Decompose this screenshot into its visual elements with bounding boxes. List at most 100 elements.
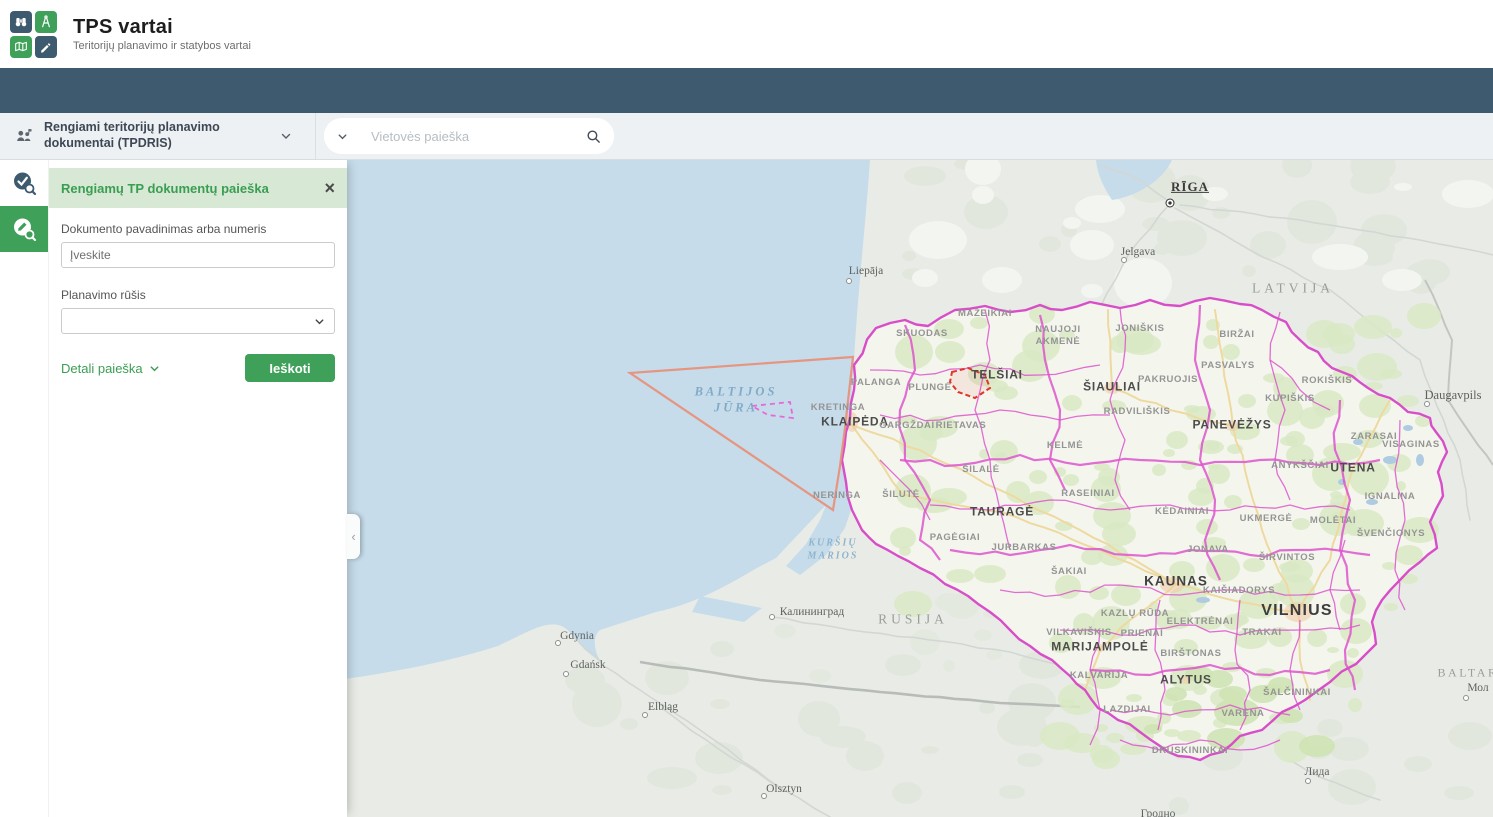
map-label: Olsztyn <box>766 782 802 796</box>
map-label: Liepāja <box>849 264 883 278</box>
page-subtitle: Teritorijų planavimo ir statybos vartai <box>73 40 251 52</box>
city-marker <box>1305 778 1311 784</box>
map-icon <box>10 36 32 58</box>
map-label: ŠILALĖ <box>962 464 999 476</box>
sidebar-item-draft-documents-search[interactable] <box>0 206 48 252</box>
map-label: PAKRUOJIS <box>1138 374 1198 386</box>
binoculars-icon <box>10 11 32 33</box>
map-label: Калининград <box>780 605 845 619</box>
map-label: VISAGINAS <box>1382 439 1440 451</box>
map-label: JONAVA <box>1187 544 1229 556</box>
map-label: MOLĖTAI <box>1310 515 1356 527</box>
map-label: ŠIAULIAI <box>1083 380 1141 395</box>
app-logo <box>10 11 57 58</box>
map-label: ŠAKIAI <box>1051 566 1087 578</box>
map-label: BALTIJOS JŪRA <box>695 384 778 415</box>
city-marker <box>769 614 775 620</box>
toolbar-divider <box>315 113 316 159</box>
map-label: ŠIRVINTOS <box>1259 552 1315 564</box>
panel-title: Rengiamų TP dokumentų paieška <box>61 181 324 196</box>
search-icon <box>585 128 602 145</box>
map-label: TRAKAI <box>1242 627 1282 639</box>
city-marker <box>563 671 569 677</box>
map-label: RUSIJA <box>878 612 948 629</box>
place-search-input[interactable] <box>361 129 572 144</box>
map-label: TAURAGĖ <box>970 505 1034 520</box>
map-label: ŠVENČIONYS <box>1357 528 1425 540</box>
map-label: KUPIŠKIS <box>1265 393 1315 405</box>
place-search-button[interactable] <box>572 118 614 154</box>
map-label: KAZLŲ RŪDA <box>1101 608 1169 620</box>
planning-type-select[interactable] <box>61 308 335 334</box>
map-label: PLUNGĖ <box>908 382 951 394</box>
map-label: RADVILIŠKIS <box>1104 406 1171 418</box>
map-label: ANYKŠČIAI <box>1271 460 1329 472</box>
map-label: Jelgava <box>1121 245 1155 259</box>
map-label: LATVIJA <box>1252 281 1334 298</box>
chevron-down-icon <box>279 129 293 143</box>
map-label: ŠALČININKAI <box>1263 687 1331 699</box>
map-label: KAIŠIADORYS <box>1203 585 1275 597</box>
map-label: MAŽEIKIAI <box>958 308 1012 320</box>
map-label: KRETINGA <box>811 402 865 414</box>
map-label: ROKIŠKIS <box>1302 375 1353 387</box>
map-label: Мол <box>1467 681 1488 695</box>
document-search-panel: Rengiamų TP dokumentų paieška × Dokument… <box>48 160 347 817</box>
map-label: RIETAVAS <box>936 420 987 432</box>
chevron-down-icon <box>336 130 349 143</box>
city-marker <box>642 712 648 718</box>
map-label: GARGŽDAI <box>879 420 934 432</box>
place-search <box>324 118 614 154</box>
map-label: VILKAVIŠKIS <box>1046 627 1112 639</box>
map-label: NERINGA <box>813 490 861 502</box>
map-label: Elbląg <box>648 700 678 714</box>
pen-icon <box>35 36 57 58</box>
map-label: ELEKTRĖNAI <box>1167 616 1234 628</box>
map-label: JURBARKAS <box>991 542 1056 554</box>
map-label: KELMĖ <box>1047 440 1083 452</box>
map-label: Daugavpils <box>1425 388 1482 404</box>
map-label: KURŠIŲ MARIOS <box>808 538 859 563</box>
map-label: Gdynia <box>560 629 594 643</box>
map-label: PASVALYS <box>1201 360 1255 372</box>
panel-collapse-handle[interactable]: ‹ <box>347 514 360 559</box>
app-header: TPS vartai Teritorijų planavimo ir staty… <box>0 0 1493 68</box>
close-icon[interactable]: × <box>324 179 335 197</box>
map-label: PANEVĖŽYS <box>1193 418 1272 433</box>
map-label: TELŠIAI <box>971 368 1023 383</box>
map-label: KAUNAS <box>1144 574 1208 591</box>
search-submit-button[interactable]: Ieškoti <box>245 354 335 382</box>
map-label: BIRŠTONAS <box>1160 648 1221 660</box>
map-label: ŠILUTĖ <box>882 489 919 501</box>
map-label: BALTAR <box>1438 666 1493 681</box>
detailed-search-toggle[interactable]: Detali paieška <box>61 361 161 376</box>
planning-type-label: Planavimo rūšis <box>61 288 335 302</box>
layer-dropdown[interactable]: Rengiami teritorijų planavimo dokumentai… <box>0 120 303 151</box>
map-label: Gdańsk <box>570 658 605 672</box>
map-label: LAZDIJAI <box>1103 704 1151 716</box>
map-label: RĪGA <box>1171 179 1209 195</box>
sidebar-item-approved-documents-search[interactable] <box>0 160 48 206</box>
map-label: BIRŽAI <box>1219 329 1254 341</box>
map-label: DRUSKININKAI <box>1152 745 1228 757</box>
map-label: KĖDAINIAI <box>1155 506 1209 518</box>
map-label: NAUJOJI AKMENĖ <box>1035 324 1080 348</box>
city-marker <box>761 793 767 799</box>
chevron-down-icon <box>148 362 161 375</box>
map-toolbar: Rengiami teritorijų planavimo dokumentai… <box>0 113 1493 160</box>
edit-search-icon <box>11 216 37 242</box>
map-label: PAGĖGIAI <box>930 532 981 544</box>
map-label: KALVARIJA <box>1070 670 1128 682</box>
search-type-dropdown[interactable] <box>324 118 361 154</box>
map-label: Лида <box>1305 765 1330 779</box>
map-label: MARIJAMPOLĖ <box>1051 640 1148 655</box>
document-name-input[interactable] <box>61 242 335 268</box>
city-marker <box>1121 257 1127 263</box>
map-label: IGNALINA <box>1365 491 1416 503</box>
compass-icon <box>35 11 57 33</box>
map-label: ZARASAI <box>1351 431 1397 443</box>
city-marker <box>846 278 852 284</box>
map-label: UKMERGĖ <box>1240 513 1293 525</box>
nav-band <box>0 68 1493 113</box>
map-label: VARĖNA <box>1221 708 1264 720</box>
